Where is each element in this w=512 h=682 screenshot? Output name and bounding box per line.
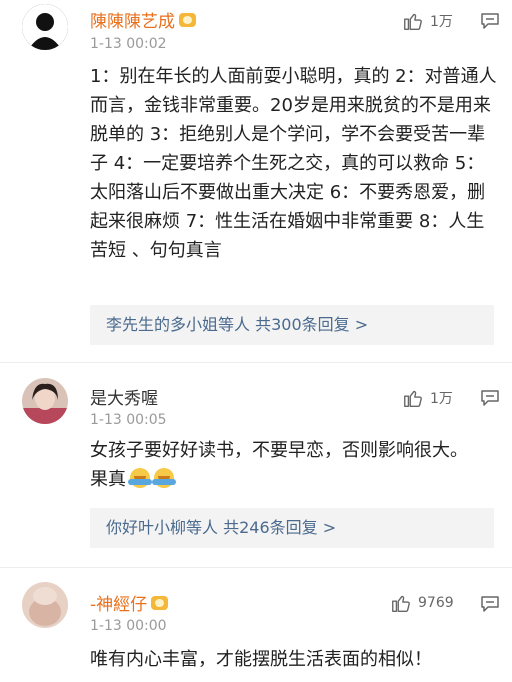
like-button[interactable]: 1万	[402, 387, 453, 409]
like-count: 9769	[418, 595, 454, 611]
vip-badge-icon	[179, 13, 196, 27]
replies-link[interactable]: 你好叶小柳等人 共246条回复 >	[90, 508, 494, 548]
timestamp: 1-13 00:05	[90, 412, 167, 428]
timestamp: 1-13 00:00	[90, 618, 167, 634]
like-icon	[404, 390, 422, 407]
comment-icon[interactable]	[480, 12, 500, 30]
like-icon	[404, 13, 422, 30]
replies-link[interactable]: 李先生的多小姐等人 共300条回复 >	[90, 305, 494, 345]
comment-icon[interactable]	[480, 389, 500, 407]
emoji-icon	[128, 468, 152, 488]
avatar[interactable]	[22, 582, 68, 628]
comment-icon[interactable]	[480, 595, 500, 613]
username-text[interactable]: 是大秀喔	[90, 389, 158, 409]
comment-text: 女孩子要好好读书，不要早恋，否则影响很大。果真	[90, 436, 480, 494]
avatar-image	[22, 4, 68, 50]
like-button[interactable]: 9769	[390, 592, 454, 614]
vip-badge-icon	[151, 596, 169, 610]
username[interactable]: -神經仔	[90, 590, 169, 615]
username[interactable]: 陳陳陳艺成	[90, 7, 196, 32]
emoji-icon	[152, 468, 176, 488]
timestamp: 1-13 00:02	[90, 36, 167, 52]
username[interactable]: 是大秀喔	[90, 384, 158, 409]
like-count: 1万	[430, 391, 453, 407]
avatar-image	[22, 378, 68, 424]
comment-text: 1：别在年长的人面前耍小聪明，真的 2：对普通人而言，金钱非常重要。20岁是用来…	[90, 66, 497, 261]
like-button[interactable]: 1万	[402, 10, 453, 32]
username-text[interactable]: 陳陳陳艺成	[90, 12, 175, 32]
avatar[interactable]	[22, 4, 68, 50]
divider	[0, 567, 512, 568]
avatar[interactable]	[22, 378, 68, 424]
like-icon	[392, 595, 410, 612]
avatar-image	[22, 582, 68, 628]
username-text[interactable]: -神經仔	[90, 595, 147, 615]
like-count: 1万	[430, 14, 453, 30]
divider	[0, 362, 512, 363]
comment-text: 唯有内心丰富，才能摆脱生活表面的相似！	[90, 649, 432, 670]
